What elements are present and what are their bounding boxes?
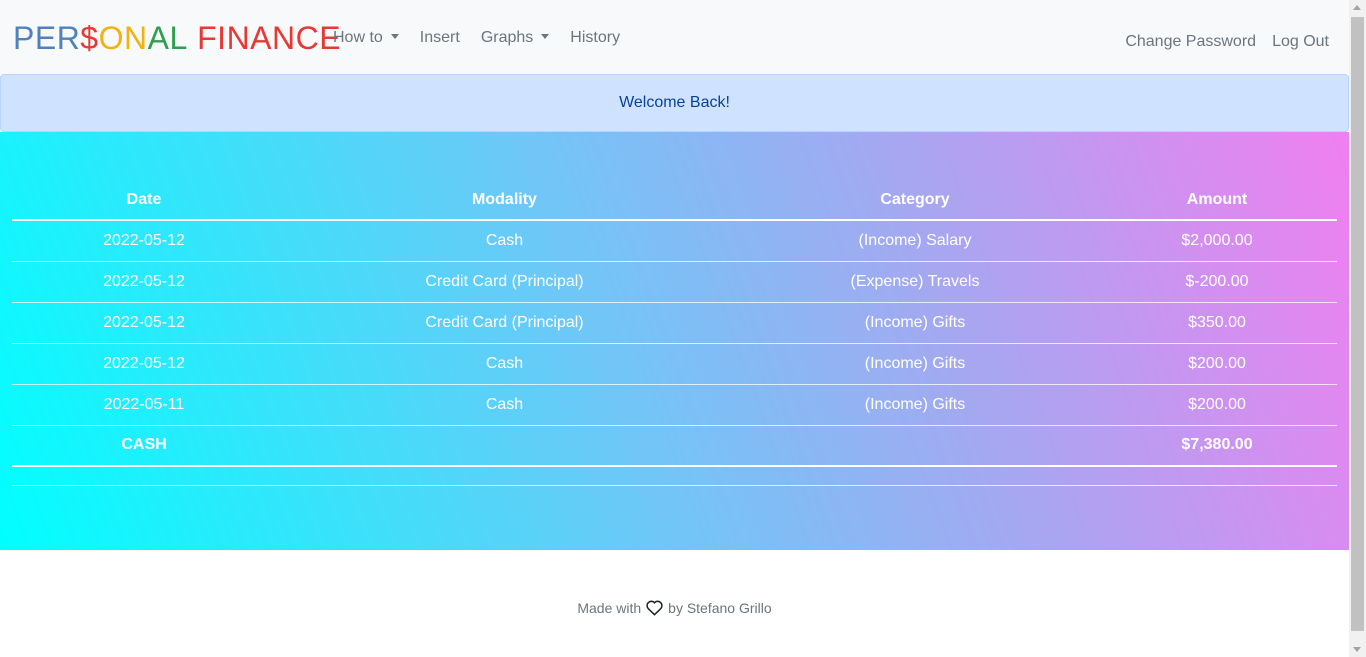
transactions-section: Date Modality Category Amount 2022-05-12… <box>0 132 1349 550</box>
cell-amount: $-200.00 <box>1097 261 1337 303</box>
cell-category: (Income) Gifts <box>733 384 1097 426</box>
brand-part-1: PER <box>13 20 81 56</box>
cell-date: 2022-05-12 <box>12 261 276 303</box>
total-amount: $7,380.00 <box>1097 425 1337 467</box>
footer-author: by Stefano Grillo <box>668 600 772 616</box>
cell-amount: $350.00 <box>1097 302 1337 344</box>
total-empty-cell <box>733 425 1097 467</box>
table-header-row: Date Modality Category Amount <box>12 180 1337 221</box>
cell-date: 2022-05-11 <box>12 384 276 426</box>
scroll-down-arrow-icon[interactable] <box>1353 647 1361 652</box>
cell-amount: $200.00 <box>1097 384 1337 426</box>
scroll-up-arrow-icon[interactable] <box>1353 5 1361 10</box>
cell-category: (Income) Gifts <box>733 343 1097 385</box>
total-row: CASH $7,380.00 <box>12 425 1337 467</box>
nav-history-label: History <box>570 28 621 46</box>
nav-right: Change Password Log Out <box>1109 31 1329 53</box>
vertical-scrollbar[interactable] <box>1349 0 1366 657</box>
total-empty-cell <box>276 425 733 467</box>
table-row: 2022-05-12 Cash (Income) Gifts $200.00 <box>12 343 1337 385</box>
cell-modality: Cash <box>276 384 733 426</box>
cell-amount: $200.00 <box>1097 343 1337 385</box>
caret-down-icon <box>390 34 399 39</box>
cell-modality: Cash <box>276 343 733 385</box>
change-password-label: Change Password <box>1125 33 1257 50</box>
table-row: 2022-05-12 Credit Card (Principal) (Expe… <box>12 261 1337 303</box>
welcome-alert: Welcome Back! <box>0 74 1349 132</box>
brand-part-3: O <box>98 20 124 56</box>
table-row: 2022-05-11 Cash (Income) Gifts $200.00 <box>12 384 1337 426</box>
scrollbar-thumb[interactable] <box>1351 17 1364 631</box>
log-out-link[interactable]: Log Out <box>1272 31 1329 53</box>
nav-graphs-label: Graphs <box>480 28 534 46</box>
nav-how-to-dropdown[interactable]: How to <box>333 26 399 49</box>
header-modality: Modality <box>276 180 733 221</box>
cell-amount: $2,000.00 <box>1097 220 1337 262</box>
cell-modality: Credit Card (Principal) <box>276 261 733 303</box>
welcome-message: Welcome Back! <box>619 94 730 111</box>
total-label: CASH <box>12 425 276 467</box>
cell-modality: Cash <box>276 220 733 262</box>
nav-history-link[interactable]: History <box>570 26 620 49</box>
nav-how-to-label: How to <box>333 28 383 46</box>
brand-part-6: FINANCE <box>187 20 342 56</box>
brand-part-4: N <box>123 20 148 56</box>
transactions-table: Date Modality Category Amount 2022-05-12… <box>12 180 1337 467</box>
header-amount: Amount <box>1097 180 1337 221</box>
cell-date: 2022-05-12 <box>12 302 276 344</box>
nav-left: How to Insert Graphs History <box>333 26 641 49</box>
table-row: 2022-05-12 Credit Card (Principal) (Inco… <box>12 302 1337 344</box>
brand-logo[interactable]: PER$ONAL FINANCE <box>13 18 341 58</box>
nav-graphs-dropdown[interactable]: Graphs <box>480 26 550 49</box>
brand-part-5: AL <box>147 20 188 56</box>
table-row: 2022-05-12 Cash (Income) Salary $2,000.0… <box>12 220 1337 262</box>
table-divider <box>12 485 1337 486</box>
nav-insert-label: Insert <box>419 29 460 46</box>
page: PER$ONAL FINANCE How to Insert Graphs Hi… <box>0 0 1349 657</box>
cell-category: (Income) Gifts <box>733 302 1097 344</box>
footer-made-with: Made with <box>577 600 642 616</box>
cell-category: (Expense) Travels <box>733 261 1097 303</box>
cell-category: (Income) Salary <box>733 220 1097 262</box>
log-out-label: Log Out <box>1272 33 1329 50</box>
footer: Made with by Stefano Grillo <box>0 600 1349 616</box>
cell-modality: Credit Card (Principal) <box>276 302 733 344</box>
caret-down-icon <box>541 34 550 39</box>
brand-part-2: $ <box>80 20 99 56</box>
header-date: Date <box>12 180 276 221</box>
cell-date: 2022-05-12 <box>12 220 276 262</box>
header-category: Category <box>733 180 1097 221</box>
nav-insert-link[interactable]: Insert <box>420 27 460 49</box>
change-password-link[interactable]: Change Password <box>1125 31 1256 53</box>
cell-date: 2022-05-12 <box>12 343 276 385</box>
heart-icon <box>646 600 663 616</box>
navbar: PER$ONAL FINANCE How to Insert Graphs Hi… <box>0 0 1349 74</box>
